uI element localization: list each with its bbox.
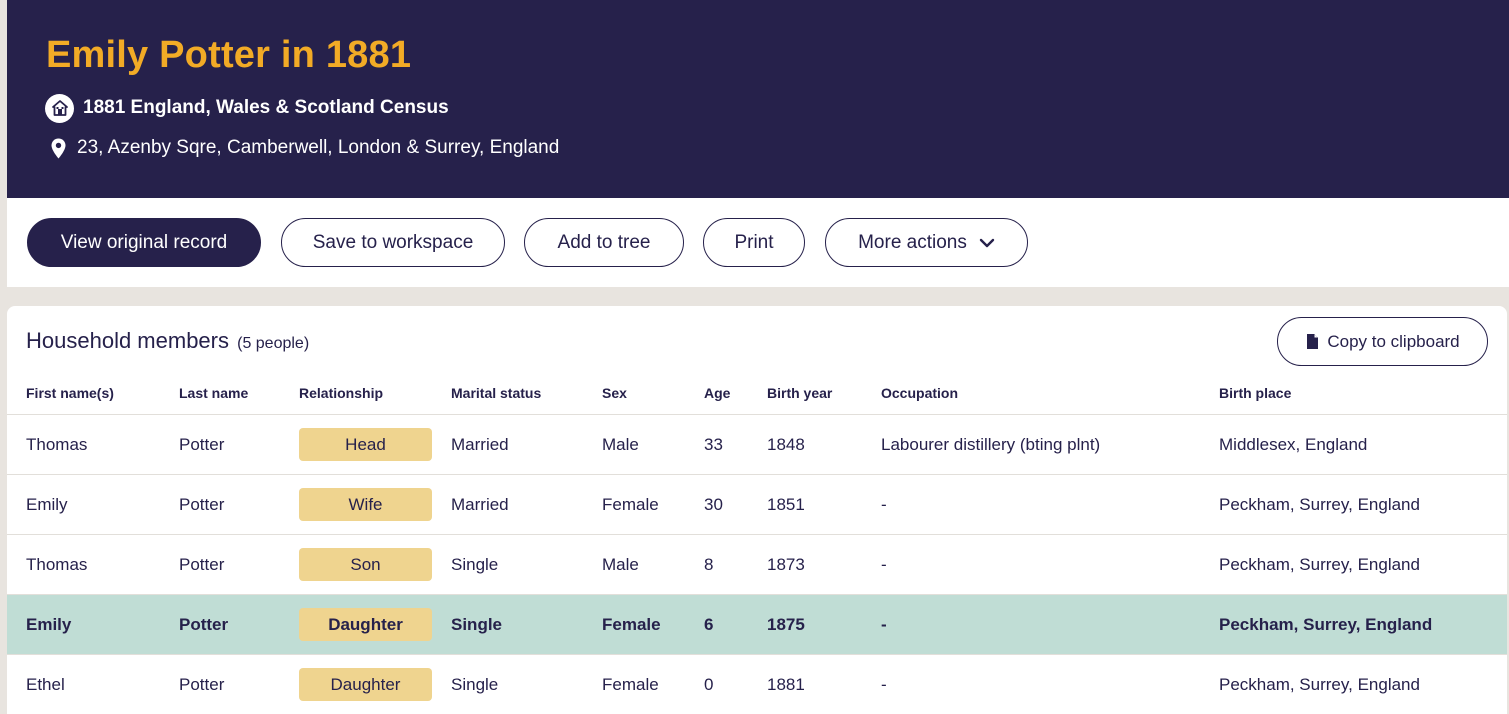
census-name: 1881 England, Wales & Scotland Census	[83, 97, 449, 118]
cell-age: 33	[704, 435, 723, 454]
cell-marital-status: Married	[451, 435, 509, 454]
cell-marital-status: Married	[451, 495, 509, 514]
house-badge-icon	[45, 93, 74, 123]
cell-birth-year: 1875	[767, 615, 805, 634]
cell-last-name: Potter	[179, 615, 229, 634]
copy-label: Copy to clipboard	[1327, 331, 1460, 351]
table-row[interactable]: Emily Potter Wife Married Female 30 1851…	[7, 475, 1507, 535]
save-to-workspace-button[interactable]: Save to workspace	[281, 218, 505, 267]
copy-to-clipboard-button[interactable]: Copy to clipboard	[1277, 317, 1488, 366]
action-toolbar: View original record Save to workspace A…	[7, 198, 1509, 287]
cell-sex: Female	[602, 495, 659, 514]
cell-first-name: Ethel	[26, 675, 65, 694]
census-info: 1881 England, Wales & Scotland Census	[45, 93, 449, 123]
column-header-marital-status[interactable]: Marital status	[451, 385, 541, 401]
column-header-first-name[interactable]: First name(s)	[26, 385, 114, 401]
column-header-birth-place[interactable]: Birth place	[1219, 385, 1291, 401]
cell-birth-place: Peckham, Surrey, England	[1219, 615, 1433, 634]
column-header-relationship[interactable]: Relationship	[299, 385, 383, 401]
cell-age: 30	[704, 495, 723, 514]
chevron-down-icon	[979, 238, 995, 248]
more-actions-button[interactable]: More actions	[825, 218, 1028, 267]
cell-occupation: -	[881, 615, 887, 634]
column-header-sex[interactable]: Sex	[602, 385, 627, 401]
cell-last-name: Potter	[179, 435, 225, 454]
table-row[interactable]: Ethel Potter Daughter Single Female 0 18…	[7, 655, 1507, 714]
cell-first-name: Thomas	[26, 435, 88, 454]
cell-marital-status: Single	[451, 555, 499, 574]
column-header-birth-year[interactable]: Birth year	[767, 385, 832, 401]
relationship-badge: Head	[299, 428, 432, 461]
map-pin-icon	[51, 137, 67, 159]
cell-sex: Male	[602, 555, 639, 574]
more-actions-label: More actions	[858, 231, 967, 253]
cell-sex: Female	[602, 675, 659, 694]
cell-birth-year: 1851	[767, 495, 805, 514]
cell-birth-year: 1881	[767, 675, 805, 694]
column-header-last-name[interactable]: Last name	[179, 385, 248, 401]
household-count: (5 people)	[237, 335, 310, 352]
cell-occupation: Labourer distillery (bting plnt)	[881, 435, 1101, 454]
cell-sex: Male	[602, 435, 639, 454]
table-row[interactable]: Thomas Potter Son Single Male 8 1873 - P…	[7, 535, 1507, 595]
cell-occupation: -	[881, 555, 887, 574]
record-header: Emily Potter in 1881 1881 England, Wales…	[7, 0, 1509, 198]
column-header-occupation[interactable]: Occupation	[881, 385, 958, 401]
cell-birth-year: 1848	[767, 435, 805, 454]
table-row[interactable]: Thomas Potter Head Married Male 33 1848 …	[7, 415, 1507, 475]
page-title: Emily Potter in 1881	[46, 34, 412, 76]
add-to-tree-button[interactable]: Add to tree	[524, 218, 684, 267]
household-title: Household members (5 people)	[26, 328, 309, 354]
address-info: 23, Azenby Sqre, Camberwell, London & Su…	[51, 134, 559, 162]
view-original-record-button[interactable]: View original record	[27, 218, 261, 267]
cell-age: 6	[704, 615, 714, 634]
cell-sex: Female	[602, 615, 661, 634]
cell-birth-year: 1873	[767, 555, 805, 574]
cell-age: 0	[704, 675, 714, 694]
relationship-badge: Wife	[299, 488, 432, 521]
cell-birth-place: Middlesex, England	[1219, 435, 1368, 454]
cell-marital-status: Single	[451, 675, 499, 694]
cell-first-name: Emily	[26, 615, 72, 634]
cell-last-name: Potter	[179, 675, 225, 694]
cell-occupation: -	[881, 675, 887, 694]
cell-age: 8	[704, 555, 714, 574]
print-button[interactable]: Print	[703, 218, 805, 267]
cell-birth-place: Peckham, Surrey, England	[1219, 495, 1420, 514]
cell-occupation: -	[881, 495, 887, 514]
household-heading: Household members	[26, 328, 229, 353]
cell-birth-place: Peckham, Surrey, England	[1219, 555, 1420, 574]
relationship-badge: Daughter	[299, 608, 432, 641]
relationship-badge: Son	[299, 548, 432, 581]
cell-first-name: Thomas	[26, 555, 88, 574]
cell-marital-status: Single	[451, 615, 503, 634]
cell-birth-place: Peckham, Surrey, England	[1219, 675, 1420, 694]
household-panel: Household members (5 people) Copy to cli…	[7, 306, 1507, 714]
relationship-badge: Daughter	[299, 668, 432, 701]
address-text: 23, Azenby Sqre, Camberwell, London & Su…	[77, 137, 560, 158]
document-icon	[1307, 334, 1319, 349]
cell-last-name: Potter	[179, 555, 225, 574]
cell-last-name: Potter	[179, 495, 225, 514]
cell-first-name: Emily	[26, 495, 68, 514]
column-header-age[interactable]: Age	[704, 385, 730, 401]
table-row-selected[interactable]: Emily Potter Daughter Single Female 6 18…	[7, 595, 1507, 655]
